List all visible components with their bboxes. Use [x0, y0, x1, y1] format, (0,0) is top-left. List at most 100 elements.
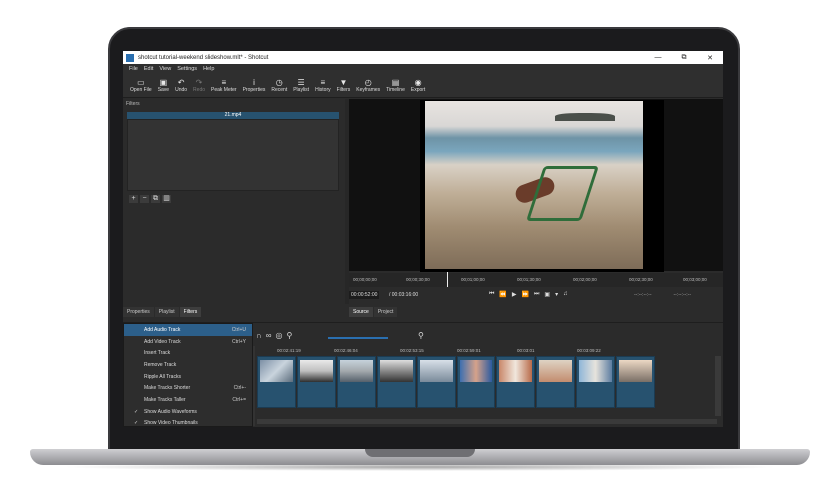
tab-properties[interactable]: Properties — [123, 307, 154, 317]
volume-icon[interactable]: ♫ — [563, 291, 568, 298]
filters-button[interactable]: ▼ Filters — [334, 73, 354, 97]
redo-button[interactable]: ↷ Redo — [190, 73, 208, 97]
playlist-button[interactable]: ☰ Playlist — [290, 73, 312, 97]
preview-chair-shape — [526, 166, 599, 221]
main-toolbar: ▭ Open File ▣ Save ↶ Undo ↷ Redo ≡ Peak Meter… — [123, 73, 723, 98]
check-icon: ✓ — [134, 408, 139, 415]
filter-list[interactable] — [127, 119, 339, 191]
player-playhead[interactable] — [447, 272, 448, 287]
snap-icon[interactable]: ∩ — [256, 331, 262, 340]
menu-item-add-video-track[interactable]: Add Video Track Ctrl+Y — [124, 336, 252, 348]
clip-thumbnail — [260, 360, 293, 382]
scrub-icon[interactable]: ∞ — [266, 331, 272, 340]
tab-source[interactable]: Source — [349, 307, 373, 317]
rewind-icon[interactable]: ⏪ — [499, 291, 506, 298]
menu-item-ripple-all-tracks[interactable]: Ripple All Tracks — [124, 371, 252, 383]
menu-item-show-video-thumbnails[interactable]: ✓ Show Video Thumbnails — [124, 418, 252, 428]
clip-thumbnail — [579, 360, 613, 382]
export-label: Export — [410, 86, 426, 93]
transport-controls: ⏮ ⏪ ▶ ⏩ ⏭ ▣ ▾ ♫ — [489, 291, 568, 298]
paste-filter-button[interactable]: ▥ — [162, 195, 171, 203]
timeline-horizontal-scrollbar[interactable] — [257, 419, 717, 424]
menu-item-make-tracks-shorter[interactable]: Make Tracks Shorter Ctrl+- — [124, 382, 252, 394]
copy-filter-button[interactable]: ⧉ — [151, 195, 160, 203]
history-button[interactable]: ≡ History — [312, 73, 334, 97]
timeline-clip[interactable] — [616, 356, 656, 408]
timeline-ruler[interactable]: 00:02:41:19 00:02:46:04 00:02:53:15 00:0… — [257, 347, 723, 355]
grid-icon[interactable]: ▣ — [544, 291, 550, 298]
minimize-button[interactable]: — — [645, 54, 671, 62]
tab-playlist[interactable]: Playlist — [154, 307, 179, 317]
menu-item-shortcut: Ctrl+Y — [231, 338, 246, 345]
undo-button[interactable]: ↶ Undo — [172, 73, 190, 97]
tab-project[interactable]: Project — [373, 307, 398, 317]
peak-meter-button[interactable]: ≡ Peak Meter — [208, 73, 240, 97]
menu-item-label: Show Video Thumbnails — [144, 420, 198, 427]
player-ruler-tick: 00;01;00;00 — [461, 277, 485, 282]
timeline-clip[interactable] — [496, 356, 536, 408]
zoom-out-icon[interactable]: ⚲ — [286, 331, 292, 340]
remove-filter-button[interactable]: − — [140, 195, 149, 203]
timeline-button[interactable]: ▤ Timeline — [383, 73, 408, 97]
in-point-field[interactable]: --:--:--:-- — [634, 292, 652, 298]
timecode-field[interactable]: 00:00:52:00 — [349, 291, 380, 299]
filters-panel: Filters 21.mp4 + − ⧉ ▥ — [123, 99, 345, 304]
skip-next-icon[interactable]: ⏭ — [534, 291, 539, 298]
add-filter-button[interactable]: + — [129, 195, 138, 203]
menu-item-shortcut: Ctrl+- — [233, 385, 246, 392]
maximize-button[interactable]: ⧉ — [671, 54, 697, 62]
recent-button[interactable]: ◷ Recent — [268, 73, 290, 97]
export-button[interactable]: ◉ Export — [408, 73, 428, 97]
timeline-clip[interactable] — [257, 356, 296, 408]
keyframes-button[interactable]: ◴ Keyframes — [353, 73, 383, 97]
timeline-clip[interactable] — [456, 356, 496, 408]
ripple-icon[interactable]: ◎ — [275, 331, 282, 340]
menu-item-add-audio-track[interactable]: Add Audio Track Ctrl+U — [124, 324, 252, 336]
timeline-clip[interactable] — [296, 356, 336, 408]
meter-icon: ≡ — [221, 77, 227, 87]
zoom-slider[interactable] — [328, 337, 388, 339]
menu-view[interactable]: View — [159, 66, 171, 72]
out-point-field[interactable]: --:--:--:-- — [674, 292, 692, 298]
laptop-notch — [365, 449, 475, 457]
open-file-button[interactable]: ▭ Open File — [127, 73, 155, 97]
timeline-vertical-scrollbar[interactable] — [715, 356, 721, 416]
fast-forward-icon[interactable]: ⏩ — [522, 291, 529, 298]
player-tabs: Source Project — [349, 307, 398, 317]
close-button[interactable]: ✕ — [697, 54, 723, 62]
filters-label: Filters — [336, 86, 351, 93]
timeline-clip[interactable] — [416, 356, 456, 408]
menu-settings[interactable]: Settings — [177, 66, 197, 72]
skip-previous-icon[interactable]: ⏮ — [489, 291, 494, 298]
player-ruler[interactable]: 00;00;00;00 00;00;30;00 00;01;00;00 00;0… — [349, 273, 723, 287]
menu-file[interactable]: File — [129, 66, 138, 72]
title-bar: shotcut tutorial-weekend slideshow.mlt* … — [123, 51, 723, 64]
menu-item-label: Make Tracks Shorter — [144, 385, 191, 392]
in-out-points: --:--:--:-- --:--:--:-- — [634, 292, 691, 298]
left-dock-tabs: Properties Playlist Filters — [123, 307, 353, 317]
tab-filters[interactable]: Filters — [179, 307, 202, 317]
menu-item-show-audio-waveforms[interactable]: ✓ Show Audio Waveforms — [124, 406, 252, 418]
timeline-clip[interactable] — [576, 356, 616, 408]
menu-help[interactable]: Help — [203, 66, 214, 72]
timeline-clip[interactable] — [536, 356, 576, 408]
timeline-clip[interactable] — [336, 356, 376, 408]
player-ruler-tick: 00;03;00;00 — [683, 277, 707, 282]
save-button[interactable]: ▣ Save — [155, 73, 172, 97]
menu-edit[interactable]: Edit — [144, 66, 153, 72]
menu-item-remove-track[interactable]: Remove Track — [124, 359, 252, 371]
menu-item-make-tracks-taller[interactable]: Make Tracks Taller Ctrl+= — [124, 394, 252, 406]
menu-item-shortcut: Ctrl+= — [232, 396, 246, 403]
menu-bar: File Edit View Settings Help — [123, 64, 723, 73]
properties-button[interactable]: i Properties — [240, 73, 269, 97]
zoom-in-icon[interactable]: ⚲ — [418, 331, 424, 340]
clip-thumbnail — [539, 360, 573, 382]
timeline-clip[interactable] — [376, 356, 416, 408]
duration-label: / 00:03:16:00 — [389, 292, 419, 298]
player-ruler-tick: 00;00;30;00 — [406, 277, 430, 282]
shotcut-app-icon — [126, 53, 134, 62]
menu-item-insert-track[interactable]: Insert Track — [124, 347, 252, 359]
play-icon[interactable]: ▶ — [512, 291, 517, 298]
dropdown-icon[interactable]: ▾ — [555, 291, 558, 298]
save-label: Save — [157, 86, 170, 93]
